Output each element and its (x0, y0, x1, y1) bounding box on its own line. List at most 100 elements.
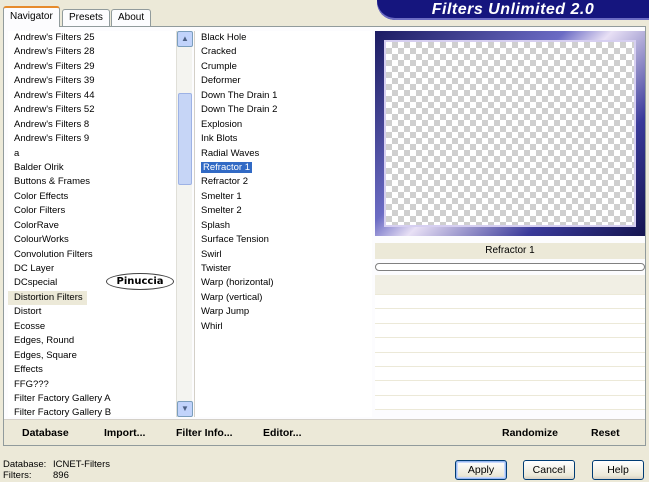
arrow-up-icon[interactable]: ▲ (177, 31, 193, 47)
preview-canvas (384, 40, 636, 227)
filter-item-label: Cracked (201, 46, 237, 58)
category-item[interactable]: Buttons & Frames (8, 175, 188, 189)
filter-item-label: Swirl (201, 248, 222, 260)
preview-image-frame (375, 31, 645, 236)
filter-item[interactable]: Cracked (195, 45, 372, 59)
filter-item[interactable]: Down The Drain 2 (195, 103, 372, 117)
tab-about[interactable]: About (111, 9, 152, 26)
filter-item[interactable]: Deformer (195, 74, 372, 88)
filter-item[interactable]: Explosion (195, 118, 372, 132)
arrow-down-icon[interactable]: ▼ (177, 401, 193, 417)
category-item[interactable]: Color Effects (8, 190, 188, 204)
category-scrollbar[interactable]: ▲ ▼ (176, 31, 193, 417)
filter-item[interactable]: Surface Tension (195, 233, 372, 247)
cancel-button[interactable]: Cancel (523, 460, 575, 480)
parameter-row (375, 295, 645, 310)
category-item[interactable]: Andrew's Filters 8 (8, 118, 188, 132)
category-item[interactable]: Edges, Round (8, 334, 188, 348)
filter-item-label: Radial Waves (201, 147, 260, 159)
category-item[interactable]: Andrew's Filters 44 (8, 89, 188, 103)
parameter-rows (375, 275, 645, 411)
preview-pane: Refractor 1 (375, 31, 645, 417)
database-label: Database: (3, 459, 47, 470)
parameter-row (375, 309, 645, 324)
filter-item-label: Smelter 2 (201, 205, 242, 217)
category-item[interactable]: Color Filters (8, 204, 188, 218)
status-info: Database: ICNET-Filters Filters: 896 (3, 459, 110, 481)
category-item[interactable]: Ecosse (8, 320, 188, 334)
filter-item[interactable]: Warp (horizontal) (195, 276, 372, 290)
filter-item[interactable]: Warp (vertical) (195, 291, 372, 305)
category-item[interactable]: Distort (8, 305, 188, 319)
parameter-row (375, 352, 645, 367)
parameter-row (375, 381, 645, 396)
database-value: ICNET-Filters (53, 459, 110, 470)
filter-item[interactable]: Refractor 2 (195, 175, 372, 189)
tab-presets[interactable]: Presets (62, 9, 110, 26)
category-items: Andrew's Filters 25 Andrew's Filters 28 An… (8, 31, 188, 421)
filter-list[interactable]: Black Hole Cracked Crumple Deformer Down The… (194, 31, 372, 417)
filter-item[interactable]: Refractor 1 (195, 161, 372, 175)
import-button[interactable]: Import... (104, 425, 145, 441)
filter-item[interactable]: Ink Blots (195, 132, 372, 146)
help-button[interactable]: Help (592, 460, 644, 480)
category-item[interactable]: Edges, Square (8, 349, 188, 363)
filter-item[interactable]: Warp Jump (195, 305, 372, 319)
category-item[interactable]: Effects (8, 363, 188, 377)
app-title-banner: Filters Unlimited 2.0 (377, 0, 649, 20)
category-item[interactable]: Balder Olrik (8, 161, 188, 175)
category-list[interactable]: Andrew's Filters 25 Andrew's Filters 28 An… (8, 31, 193, 418)
filter-item-label: Warp Jump (201, 306, 250, 318)
category-item[interactable]: Andrew's Filters 9 (8, 132, 188, 146)
filter-item[interactable]: Crumple (195, 60, 372, 74)
filter-item-label: Explosion (201, 118, 243, 130)
category-item[interactable]: Distortion Filters (8, 290, 87, 306)
filter-item-label: Refractor 1 (201, 161, 252, 173)
watermark-logo: Pinuccia (106, 273, 174, 290)
navigator-panel: Andrew's Filters 25 Andrew's Filters 28 An… (3, 26, 646, 446)
scrollbar-thumb[interactable] (178, 93, 192, 185)
parameter-row (375, 338, 645, 353)
filter-item-label: Warp (horizontal) (201, 277, 274, 289)
filter-item[interactable]: Whirl (195, 320, 372, 334)
filter-info-button[interactable]: Filter Info... (176, 425, 233, 441)
category-item[interactable]: ColorRave (8, 219, 188, 233)
apply-button[interactable]: Apply (455, 460, 507, 480)
filters-label: Filters: (3, 470, 32, 481)
filter-item[interactable]: Swirl (195, 248, 372, 262)
filter-item-label: Warp (vertical) (201, 291, 263, 303)
filter-item[interactable]: Smelter 2 (195, 204, 372, 218)
category-item[interactable]: Filter Factory Gallery A (8, 392, 188, 406)
category-item[interactable]: Andrew's Filters 29 (8, 60, 188, 74)
editor-button[interactable]: Editor... (263, 425, 302, 441)
category-item[interactable]: Convolution Filters (8, 248, 188, 262)
parameter-row (375, 275, 645, 295)
category-item[interactable]: FFG??? (8, 378, 188, 392)
filter-item[interactable]: Black Hole (195, 31, 372, 45)
filter-item-label: Smelter 1 (201, 190, 242, 202)
progress-bar (375, 263, 645, 271)
category-item[interactable]: Andrew's Filters 39 (8, 74, 188, 88)
category-item[interactable]: ColourWorks (8, 233, 188, 247)
filter-item[interactable]: Splash (195, 219, 372, 233)
filter-items: Black Hole Cracked Crumple Deformer Down The… (195, 31, 372, 334)
filter-item-label: Twister (201, 263, 232, 274)
filter-item[interactable]: Smelter 1 (195, 190, 372, 204)
filter-item-label: Deformer (201, 75, 241, 87)
database-button[interactable]: Database (22, 425, 69, 441)
category-item[interactable]: Andrew's Filters 52 (8, 103, 188, 117)
parameter-row (375, 366, 645, 382)
filter-item[interactable]: Twister (195, 262, 372, 276)
filter-item[interactable]: Down The Drain 1 (195, 89, 372, 103)
reset-button[interactable]: Reset (591, 425, 620, 441)
randomize-button[interactable]: Randomize (502, 425, 558, 441)
category-item[interactable]: a (8, 147, 188, 161)
tab-navigator[interactable]: Navigator (3, 6, 60, 27)
filters-count: 896 (53, 470, 69, 481)
category-item[interactable]: Andrew's Filters 28 (8, 45, 188, 59)
filter-item-label: Whirl (201, 320, 223, 332)
category-item[interactable]: Andrew's Filters 25 (8, 31, 188, 45)
filter-item-label: Refractor 2 (201, 176, 248, 188)
filter-item[interactable]: Radial Waves (195, 147, 372, 161)
filter-item-label: Crumple (201, 60, 237, 72)
